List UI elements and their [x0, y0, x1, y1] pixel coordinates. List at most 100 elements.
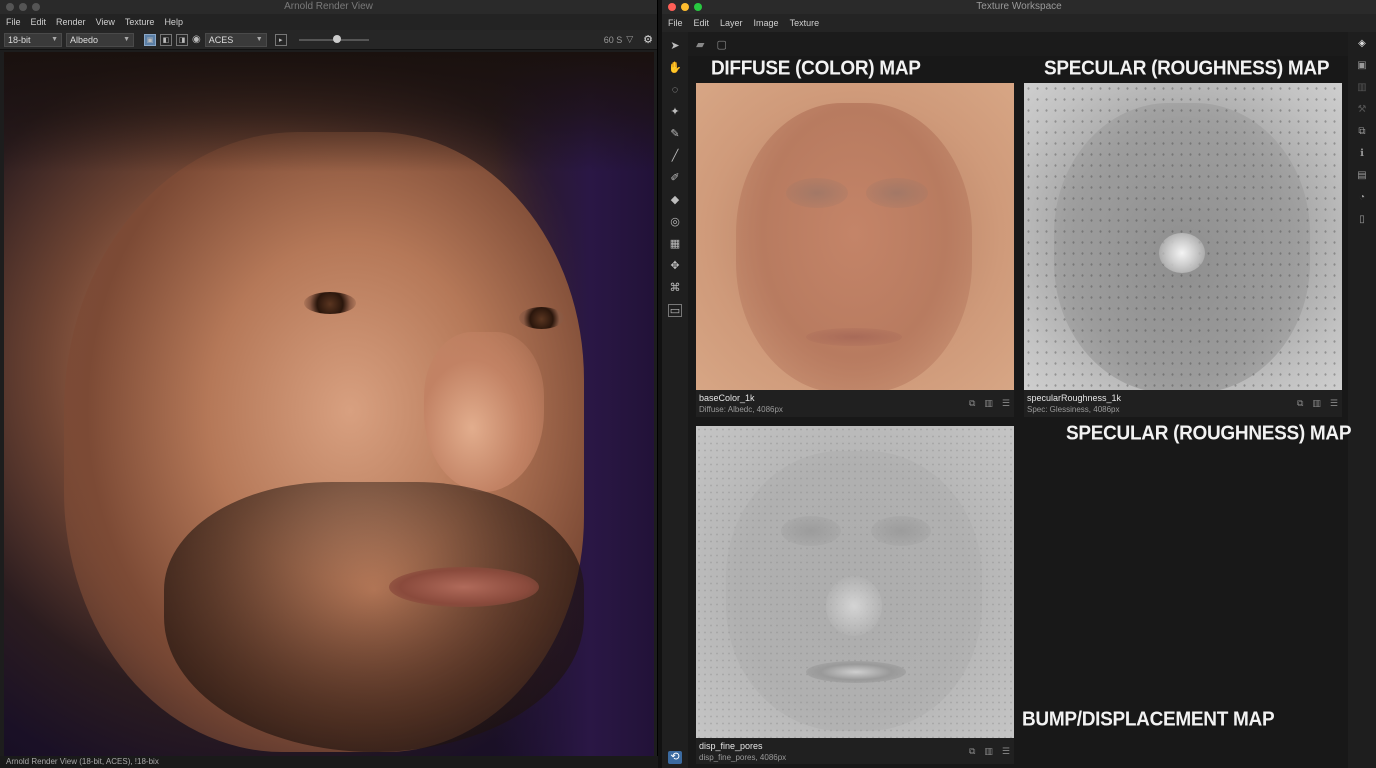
fps-value: 60 S: [603, 34, 623, 45]
layers-icon[interactable]: ◈: [1356, 38, 1368, 50]
texture-mouth: [806, 328, 902, 346]
trash-icon[interactable]: ▥: [984, 398, 993, 409]
view-single-icon[interactable]: ▣: [144, 33, 156, 46]
wand-icon[interactable]: ✦: [668, 106, 682, 119]
menu-edit[interactable]: Edit: [694, 18, 710, 28]
menu-help[interactable]: Help: [164, 17, 183, 27]
properties-icon[interactable]: ⧉: [1356, 126, 1368, 138]
settings-icon[interactable]: ☰: [1002, 746, 1010, 757]
eye-icon[interactable]: ◉: [192, 34, 201, 45]
texture-thumbnail[interactable]: [1024, 83, 1342, 390]
render-statusbar: Arnold Render View (18-bit, ACES), !18-b…: [0, 756, 658, 768]
rendered-hair: [4, 52, 654, 172]
settings-icon[interactable]: ☰: [1330, 398, 1338, 409]
lasso-icon[interactable]: ◌: [668, 84, 682, 97]
texture-name: specularRoughness_1k: [1027, 393, 1122, 403]
menu-texture[interactable]: Texture: [125, 17, 155, 27]
exposure-slider[interactable]: [298, 34, 369, 43]
texture-nose: [826, 576, 882, 636]
trash-icon[interactable]: ▥: [984, 746, 993, 757]
texture-card-diffuse[interactable]: baseColor_1k Diffuse: Albedc, 4086px ⧉ ▥…: [696, 83, 1014, 417]
rendered-lips: [389, 567, 539, 607]
trash-icon[interactable]: ▥: [1312, 398, 1321, 409]
channel-select[interactable]: Albedo ▼: [66, 32, 134, 47]
menu-texture[interactable]: Texture: [790, 18, 820, 28]
fps-readout: 60 S ▽ ⚙: [604, 33, 653, 46]
texture-eye: [781, 516, 841, 546]
texture-details: Spec: Glessiness, 4086px: [1027, 405, 1120, 414]
fill-icon[interactable]: ◆: [668, 194, 682, 207]
filter-icon[interactable]: ▽: [626, 34, 633, 45]
desktop: Arnold Render View File Edit Render View…: [0, 0, 1376, 768]
zoom-button[interactable]: [694, 3, 702, 11]
menu-layer[interactable]: Layer: [720, 18, 743, 28]
menu-render[interactable]: Render: [56, 17, 86, 27]
specular-map-label: SPECULAR (ROUGHNESS) MAP: [1044, 57, 1330, 80]
menu-edit[interactable]: Edit: [31, 17, 47, 27]
duplicate-icon[interactable]: ⧉: [969, 746, 975, 757]
minimize-button[interactable]: [19, 3, 27, 11]
view-split-icon[interactable]: ◧: [160, 33, 172, 46]
close-button[interactable]: [6, 3, 14, 11]
render-view-menubar: File Edit Render View Texture Help: [0, 14, 657, 30]
smudge-icon[interactable]: ✐: [668, 172, 682, 185]
channels-icon[interactable]: ▣: [1356, 60, 1368, 72]
texture-card-displacement[interactable]: disp_fine_pores disp_fine_pores, 4086px …: [696, 426, 1014, 764]
rendered-beard: [164, 482, 584, 752]
tool-strip: ➤ ✋ ◌ ✦ ✎ ╱ ✐ ◆ ◎ ▦ ✥ ⌘ ▭ ⟲: [662, 32, 688, 768]
texture-card-specular[interactable]: specularRoughness_1k Spec: Glessiness, 4…: [1024, 83, 1342, 417]
texture-name: disp_fine_pores: [699, 741, 763, 751]
close-button[interactable]: [668, 3, 676, 11]
menu-image[interactable]: Image: [754, 18, 779, 28]
bit-depth-select[interactable]: 18-bit ▼: [4, 32, 62, 47]
settings-icon[interactable]: ☰: [1002, 398, 1010, 409]
chevron-down-icon: ▼: [51, 36, 58, 43]
brush-icon[interactable]: ╱: [668, 150, 682, 163]
paths-icon[interactable]: ▥: [1356, 82, 1368, 94]
view-compare-icon[interactable]: ◨: [176, 33, 188, 46]
histogram-icon[interactable]: ▤: [1356, 170, 1368, 182]
adjust-icon[interactable]: ⚒: [1356, 104, 1368, 116]
quick-mask-icon[interactable]: ⟲: [668, 751, 682, 764]
render-viewport[interactable]: [4, 52, 654, 756]
texture-titlebar: Texture Workspace: [662, 0, 1376, 14]
texture-eye: [866, 178, 928, 208]
rendered-eye-left: [304, 292, 356, 314]
play-icon[interactable]: ▸: [274, 33, 287, 46]
gear-icon[interactable]: ⚙: [643, 33, 653, 46]
window-title: Arnold Render View: [284, 1, 373, 12]
zoom-button[interactable]: [32, 3, 40, 11]
menu-file[interactable]: File: [668, 18, 683, 28]
library-icon[interactable]: ▯: [1356, 214, 1368, 226]
duplicate-icon[interactable]: ⧉: [969, 398, 975, 409]
chevron-down-icon: ▼: [123, 36, 130, 43]
cursor-icon[interactable]: ➤: [668, 40, 682, 53]
menu-file[interactable]: File: [6, 17, 21, 27]
diffuse-map-label: DIFFUSE (COLOR) MAP: [711, 57, 921, 80]
eyedropper-icon[interactable]: ✎: [668, 128, 682, 141]
save-icon[interactable]: ▢: [716, 38, 726, 51]
navigator-icon[interactable]: ◔: [1356, 192, 1368, 204]
texture-thumbnail[interactable]: [696, 83, 1014, 390]
stamp-icon[interactable]: ◎: [668, 216, 682, 229]
text-icon[interactable]: ⌘: [668, 282, 682, 295]
texture-mouth: [806, 661, 906, 683]
render-view-titlebar: Arnold Render View: [0, 0, 657, 14]
info-icon[interactable]: ℹ: [1356, 148, 1368, 160]
card-actions: ⧉ ▥ ☰: [969, 398, 1010, 409]
texture-workspace-window: Texture Workspace File Edit Layer Image …: [662, 0, 1376, 768]
transform-icon[interactable]: ✥: [668, 260, 682, 273]
folder-icon[interactable]: ▰: [696, 38, 704, 51]
duplicate-icon[interactable]: ⧉: [1297, 398, 1303, 409]
slider-knob[interactable]: [332, 34, 341, 43]
bump-map-label: BUMP/DISPLACEMENT MAP: [1022, 708, 1275, 731]
minimize-button[interactable]: [681, 3, 689, 11]
menu-view[interactable]: View: [96, 17, 115, 27]
color-space-select[interactable]: ACES ▼: [204, 32, 267, 47]
hand-icon[interactable]: ✋: [668, 62, 682, 75]
texture-thumbnail[interactable]: [696, 426, 1014, 738]
rect-select-icon[interactable]: ▭: [668, 304, 682, 317]
texture-nose-highlight: [1159, 233, 1205, 273]
card-actions: ⧉ ▥ ☰: [969, 746, 1010, 757]
pattern-icon[interactable]: ▦: [668, 238, 682, 251]
